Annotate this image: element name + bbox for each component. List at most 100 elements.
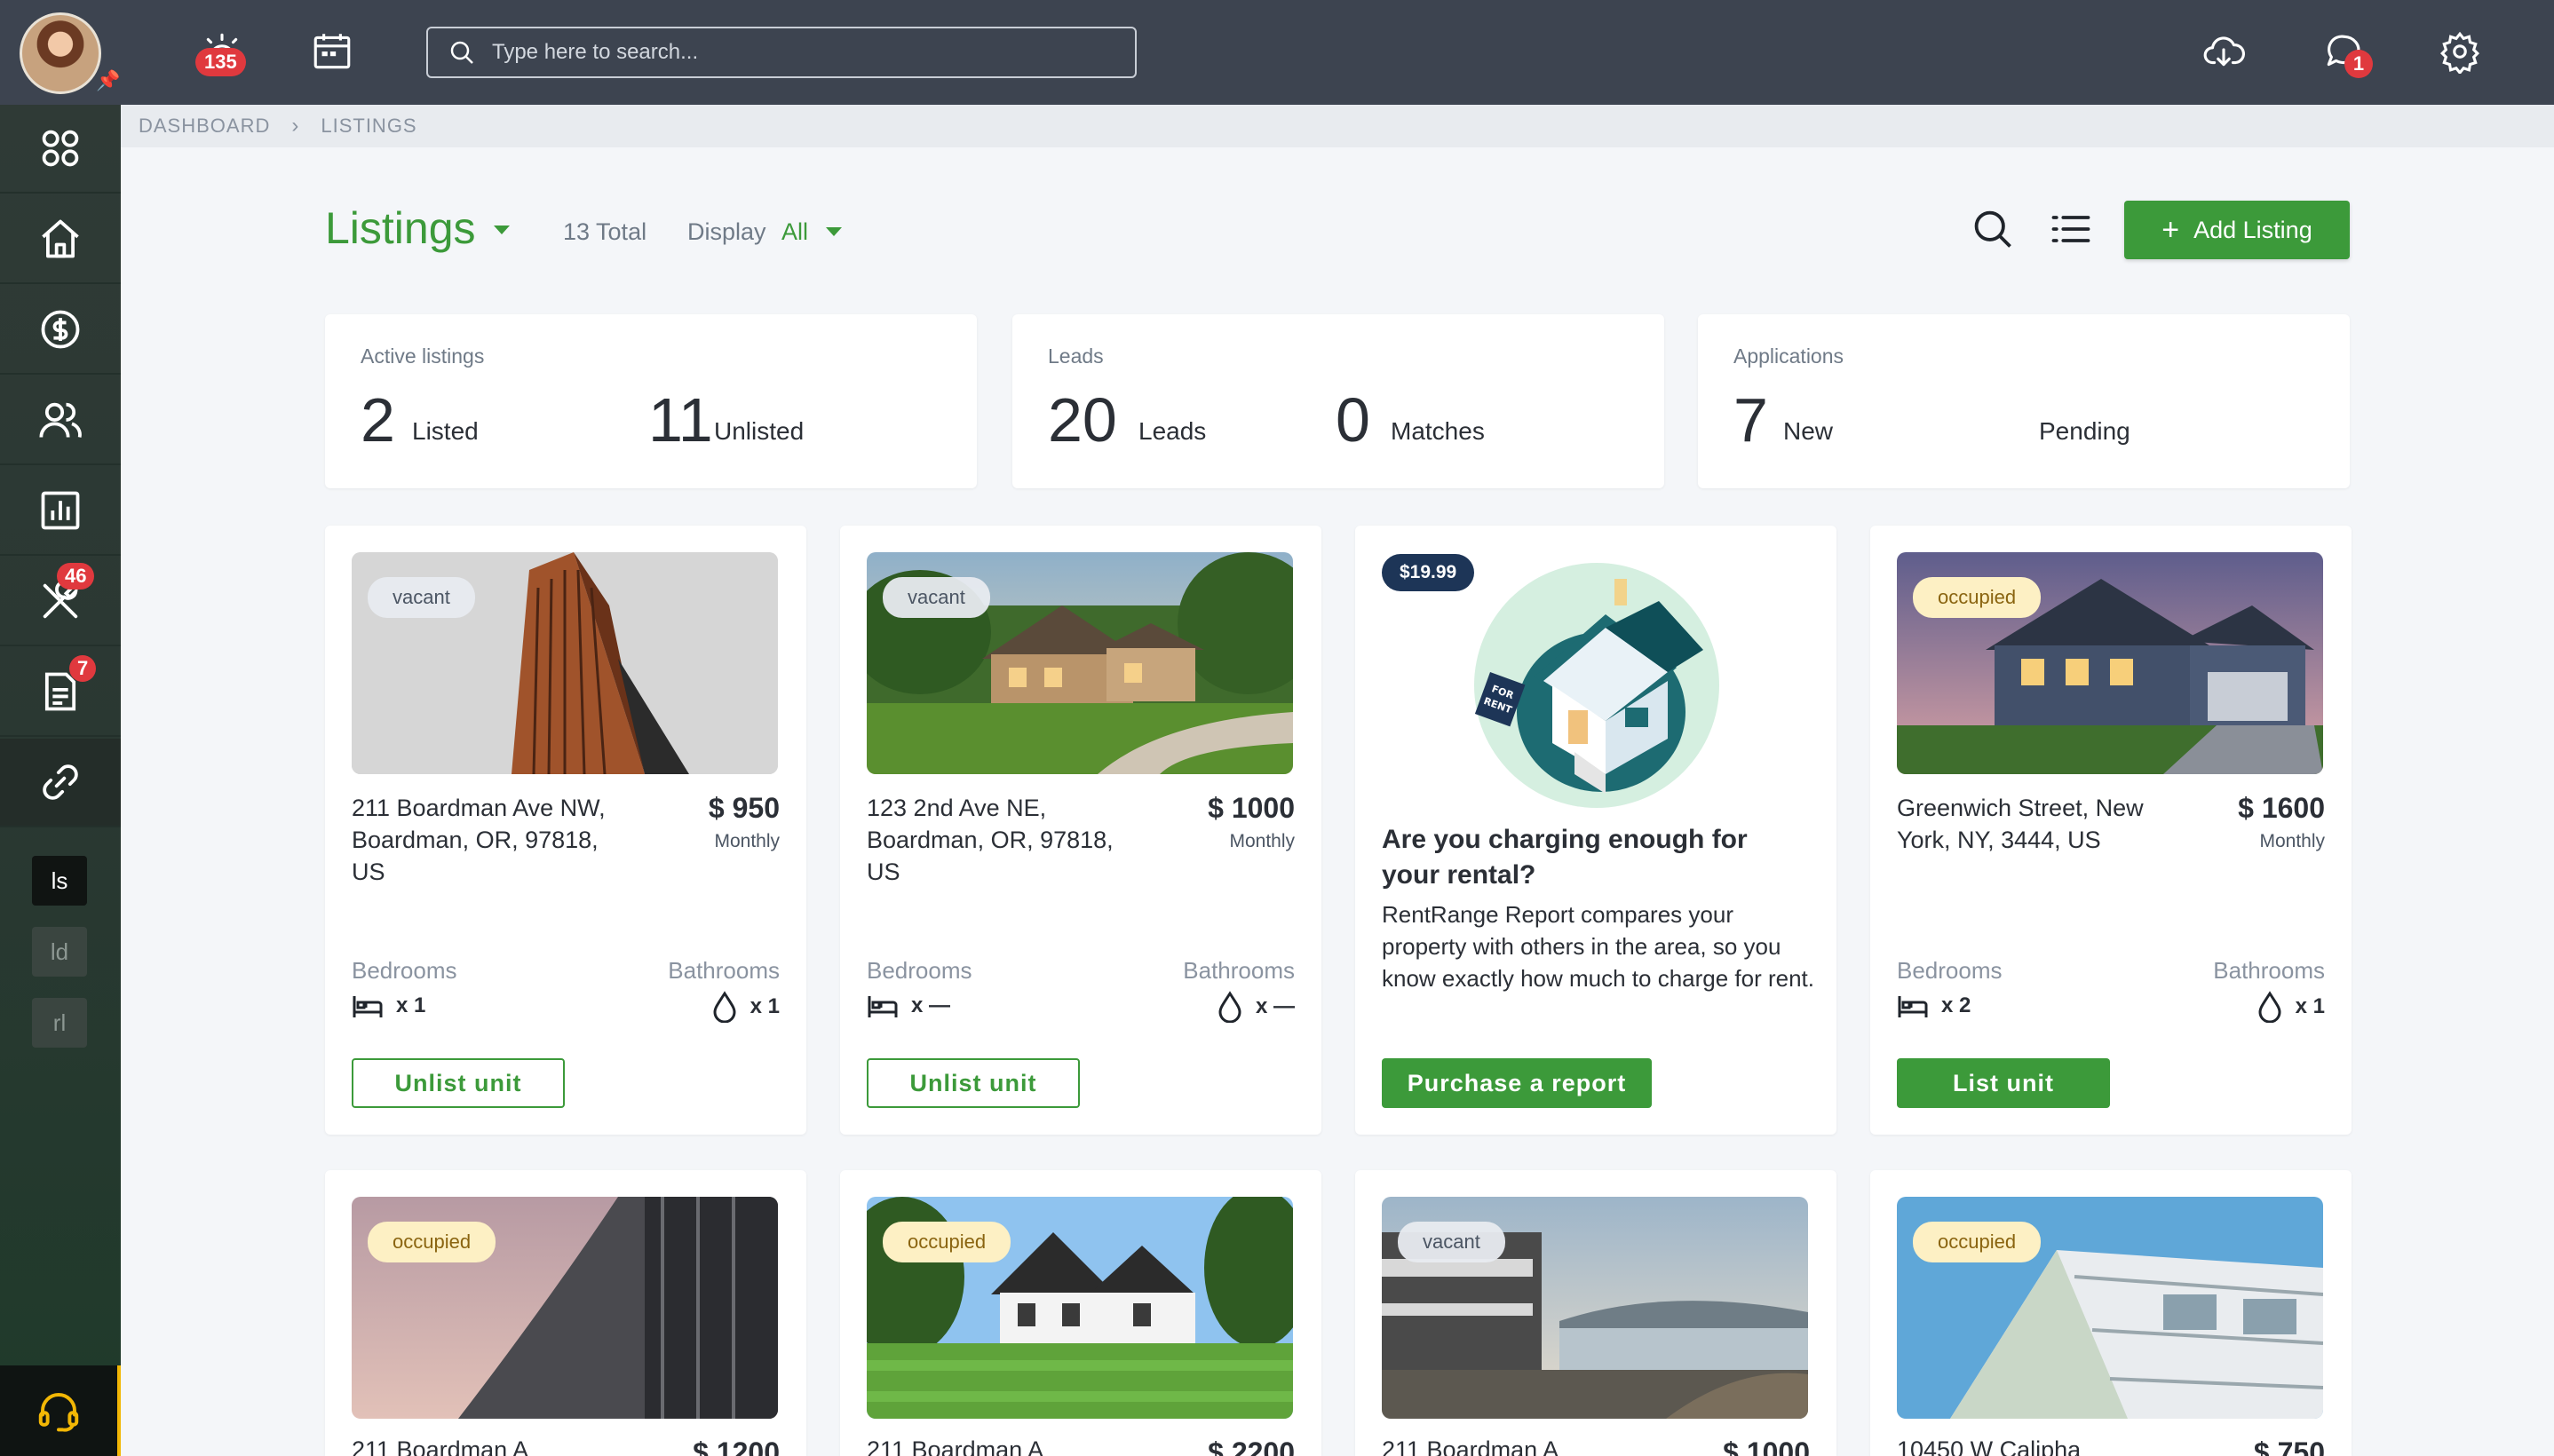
unlist-unit-button[interactable]: Unlist unit: [867, 1058, 1080, 1108]
listing-photo: vacant: [1382, 1197, 1808, 1419]
chart-icon: [41, 491, 80, 530]
list-unit-button[interactable]: List unit: [1897, 1058, 2110, 1108]
listing-price: $ 1600: [2238, 792, 2325, 824]
gear-icon: [2439, 31, 2480, 74]
documents-badge: 7: [69, 655, 97, 682]
stat-label: Listed: [412, 417, 479, 445]
stat-number: 0: [1336, 385, 1370, 455]
stat-card-leads: Leads 20 Leads 0 Matches: [1012, 314, 1664, 488]
search-box: [426, 27, 1137, 78]
water-drop-icon: [1218, 991, 1241, 1023]
listing-card[interactable]: occupied 10450 W Calipha $ 750: [1870, 1170, 2352, 1456]
bedrooms-count: x 2: [1941, 993, 1971, 1017]
breadcrumb-listings: LISTINGS: [321, 115, 417, 137]
listing-period: Monthly: [2259, 831, 2325, 851]
stat-number: 7: [1733, 385, 1768, 455]
title-dropdown-icon[interactable]: [494, 226, 510, 234]
sidebar-item-maintenance[interactable]: 46: [0, 558, 121, 646]
house-illustration: FOR RENT: [1474, 563, 1719, 808]
sidebar-item-listings[interactable]: [0, 739, 121, 827]
pin-icon: 📌: [96, 69, 121, 91]
display-filter[interactable]: All: [781, 218, 808, 246]
download-button[interactable]: [2197, 25, 2250, 78]
stat-label: Unlisted: [714, 417, 805, 445]
settings-button[interactable]: [2433, 25, 2487, 78]
bathrooms-label: Bathrooms: [668, 957, 780, 984]
mini-tab-ld[interactable]: ld: [32, 927, 87, 977]
sidebar-item-apps[interactable]: [0, 105, 121, 194]
bed-icon: [353, 996, 383, 1017]
stat-title: Active listings: [361, 344, 485, 368]
messages-button[interactable]: 1: [2318, 25, 2373, 78]
promo-heading: Are you charging enough for your rental?: [1382, 825, 1748, 890]
water-drop-icon: [2258, 991, 2281, 1023]
status-badge: occupied: [1913, 1222, 2042, 1262]
add-listing-button[interactable]: + Add Listing: [2124, 201, 2350, 259]
listing-address: 123 2nd Ave NE, Boardman, OR, 97818, US: [867, 795, 1114, 885]
listing-card[interactable]: vacant 211 Boardman Ave NW, Boardman, OR…: [325, 526, 806, 1135]
bathrooms-label: Bathrooms: [1183, 957, 1295, 984]
stat-label: New: [1783, 417, 1834, 445]
sidebar-item-tenants[interactable]: [0, 376, 121, 465]
stat-title: Leads: [1048, 344, 1104, 368]
users-icon: [39, 402, 82, 438]
status-badge: occupied: [1913, 577, 2042, 618]
calendar-icon: [313, 34, 351, 69]
status-badge: vacant: [1398, 1222, 1505, 1262]
messages-badge: 1: [2344, 50, 2373, 78]
search-input[interactable]: [492, 40, 1096, 65]
user-avatar[interactable]: [20, 12, 101, 94]
listing-card[interactable]: occupied Greenwich Street, New York, NY,…: [1870, 526, 2352, 1135]
purchase-report-button[interactable]: Purchase a report: [1382, 1058, 1652, 1108]
sidebar-item-reports[interactable]: [0, 467, 121, 556]
water-drop-icon: [713, 991, 736, 1023]
stat-label: Pending: [2039, 417, 2130, 445]
bathrooms-label: Bathrooms: [2213, 957, 2325, 984]
stat-label: Matches: [1391, 417, 1485, 445]
listing-card[interactable]: occupied 211 Boardman A $ 1200: [325, 1170, 806, 1456]
mini-tab-ls[interactable]: ls: [32, 856, 87, 906]
alerts-button[interactable]: 135: [195, 25, 249, 78]
status-badge: occupied: [368, 1222, 496, 1262]
apps-icon: [42, 130, 79, 167]
listing-card[interactable]: vacant 123 2nd Ave NE, Boardman, OR, 978…: [840, 526, 1321, 1135]
stat-title: Applications: [1733, 344, 1844, 368]
promo-body: RentRange Report compares your property …: [1382, 901, 1815, 992]
search-icon[interactable]: [1970, 206, 2016, 252]
sidebar-item-payments[interactable]: [0, 286, 121, 375]
listing-card[interactable]: vacant 211 Boardman A $ 1000: [1355, 1170, 1836, 1456]
listing-photo: vacant: [867, 552, 1293, 774]
stat-number: 2: [361, 385, 395, 455]
display-dropdown-icon[interactable]: [826, 227, 842, 236]
bathrooms-value: x —: [1217, 991, 1295, 1023]
listing-price: $ 950: [708, 792, 780, 824]
bed-icon: [1898, 996, 1928, 1017]
bedrooms-value: x 2: [1897, 993, 1971, 1019]
list-view-icon[interactable]: [2048, 206, 2094, 252]
stat-card-active-listings: Active listings 2 Listed 11 Unlisted: [325, 314, 977, 488]
plus-icon: +: [2161, 213, 2180, 247]
breadcrumb-dashboard[interactable]: DASHBOARD: [139, 115, 270, 138]
sidebar-item-documents[interactable]: 7: [0, 648, 121, 737]
listing-period: Monthly: [714, 831, 780, 851]
listing-card[interactable]: occupied 211 Boardman A $ 2200: [840, 1170, 1321, 1456]
dollar-icon: [41, 310, 80, 349]
mini-tab-rl[interactable]: rl: [32, 998, 87, 1048]
listing-price: $ 2200: [1208, 1436, 1295, 1456]
bedrooms-count: x —: [911, 993, 951, 1017]
listing-photo: vacant: [352, 552, 778, 774]
display-label: Display: [687, 218, 766, 245]
support-button[interactable]: [0, 1365, 121, 1456]
calendar-button[interactable]: [305, 25, 359, 78]
listing-address: 211 Boardman A: [1382, 1436, 1559, 1456]
page-title[interactable]: Listings: [325, 202, 476, 254]
unlist-unit-button[interactable]: Unlist unit: [352, 1058, 565, 1108]
listing-photo: occupied: [1897, 1197, 2323, 1419]
maintenance-badge: 46: [57, 563, 95, 590]
status-badge: occupied: [883, 1222, 1011, 1262]
bathrooms-value: x 1: [2257, 991, 2325, 1023]
listing-address: Greenwich Street, New York, NY, 3444, US: [1897, 795, 2144, 853]
breadcrumb: DASHBOARD › LISTINGS: [121, 105, 2554, 147]
bathrooms-value: x 1: [711, 991, 780, 1023]
sidebar-item-home[interactable]: [0, 195, 121, 284]
